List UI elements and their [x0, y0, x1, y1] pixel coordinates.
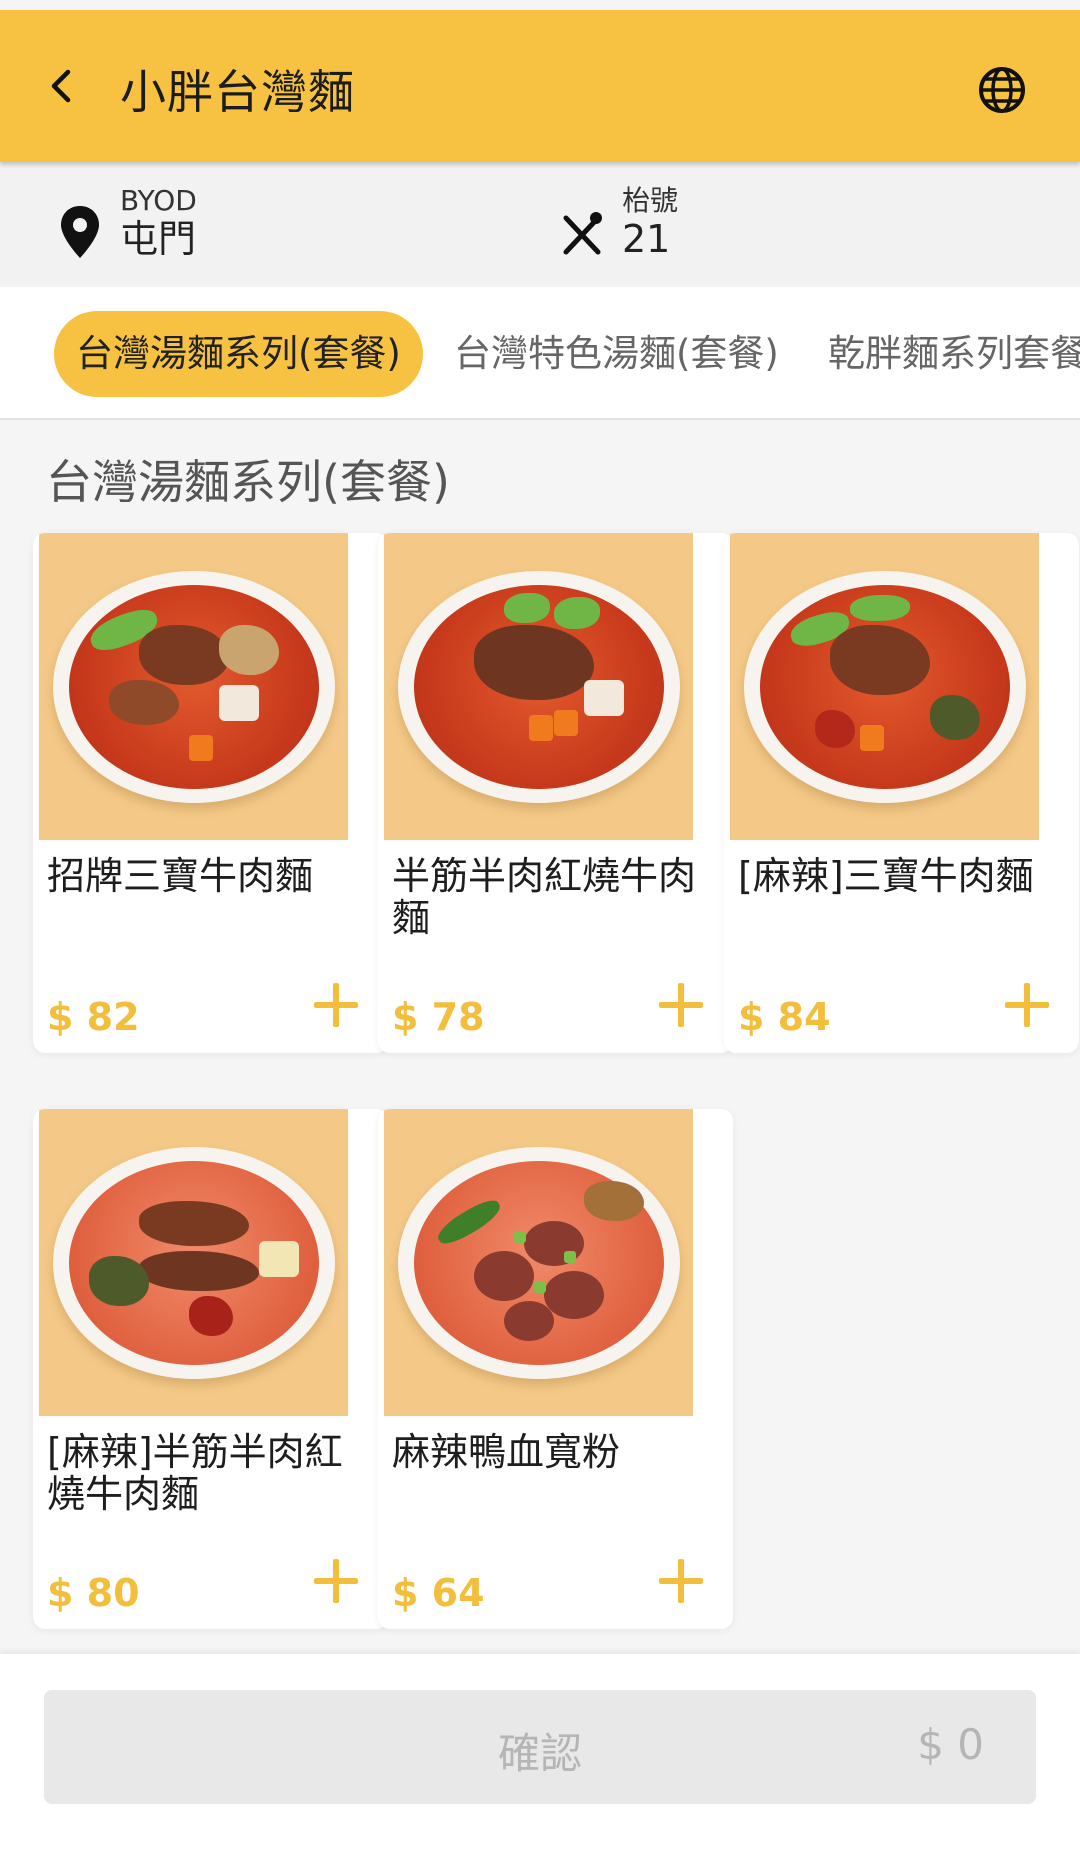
section-title: 台灣湯麵系列(套餐) [46, 455, 450, 509]
language-button[interactable] [976, 64, 1028, 116]
confirm-button[interactable]: 確認 $ 0 [44, 1690, 1036, 1804]
food-image [39, 533, 348, 840]
add-item-button[interactable] [657, 1557, 705, 1605]
menu-item-card[interactable]: [麻辣]半筋半肉紅燒牛肉麵 $ 80 [33, 1109, 388, 1629]
item-price: $ 78 [392, 995, 485, 1039]
item-name: [麻辣]半筋半肉紅燒牛肉麵 [47, 1430, 343, 1516]
item-price: $ 84 [738, 995, 831, 1039]
tab-taiwan-soup-noodles[interactable]: 台灣湯麵系列(套餐) [54, 311, 423, 397]
location-label: BYOD [120, 184, 197, 217]
table-value: 21 [622, 217, 671, 261]
chevron-left-icon [51, 69, 71, 103]
info-bar: BYOD 屯門 枱號 21 [0, 162, 1080, 287]
location-pin-icon [61, 206, 99, 258]
food-image [384, 1109, 693, 1416]
food-image [384, 533, 693, 840]
menu-item-card[interactable]: 招牌三寶牛肉麵 $ 82 [33, 533, 388, 1053]
table-label: 枱號 [622, 184, 679, 217]
table-info: 枱號 21 [560, 186, 678, 262]
app: 小胖台灣麵 BYOD 屯門 枱號 21 台灣湯麵系列(套餐) 台灣特色湯麵(套餐… [0, 0, 1080, 1857]
bottom-bar: 確認 $ 0 [0, 1654, 1080, 1857]
food-image [730, 533, 1039, 840]
add-item-button[interactable] [657, 981, 705, 1029]
location-value: 屯門 [120, 217, 197, 261]
utensils-icon [563, 212, 602, 255]
item-name: 半筋半肉紅燒牛肉麵 [392, 854, 697, 940]
add-item-button[interactable] [1003, 981, 1051, 1029]
page-title: 小胖台灣麵 [120, 65, 355, 119]
globe-icon [979, 67, 1025, 113]
menu-item-card[interactable]: [麻辣]三寶牛肉麵 $ 84 [724, 533, 1079, 1053]
item-price: $ 64 [392, 1571, 485, 1615]
item-price: $ 82 [47, 995, 140, 1039]
item-name: [麻辣]三寶牛肉麵 [738, 854, 1034, 898]
food-image [39, 1109, 348, 1416]
tab-taiwan-special-soup[interactable]: 台灣特色湯麵(套餐) [454, 311, 779, 397]
add-item-button[interactable] [312, 1557, 360, 1605]
item-name: 招牌三寶牛肉麵 [47, 854, 314, 898]
item-price: $ 80 [47, 1571, 140, 1615]
item-name: 麻辣鴨血寬粉 [392, 1430, 621, 1474]
back-button[interactable] [36, 60, 88, 112]
menu-item-card[interactable]: 麻辣鴨血寬粉 $ 64 [378, 1109, 733, 1629]
cart-total: $ 0 [917, 1720, 984, 1769]
menu-item-card[interactable]: 半筋半肉紅燒牛肉麵 $ 78 [378, 533, 733, 1053]
add-item-button[interactable] [312, 981, 360, 1029]
tab-dry-noodles[interactable]: 乾胖麵系列套餐 [828, 311, 1080, 397]
header-bar: 小胖台灣麵 [0, 10, 1080, 162]
category-tabs: 台灣湯麵系列(套餐) 台灣特色湯麵(套餐) 乾胖麵系列套餐 [0, 287, 1080, 420]
confirm-label: 確認 [497, 1729, 582, 1778]
location-info: BYOD 屯門 [58, 186, 197, 262]
